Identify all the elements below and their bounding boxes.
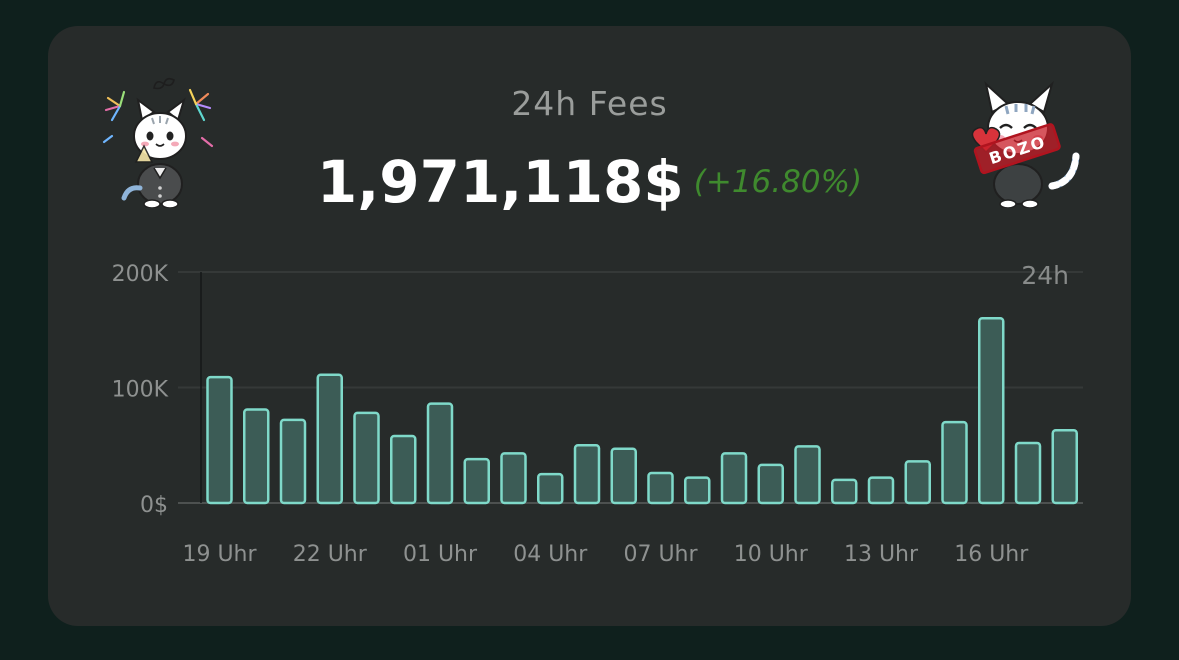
y-tick-label: 0$ [140, 493, 168, 518]
fee-bar [794, 445, 821, 505]
period-label: 24h [1021, 261, 1069, 290]
fee-bar [206, 375, 233, 505]
fee-bar [537, 472, 564, 505]
x-tick-label: 19 Uhr [182, 542, 257, 567]
fee-bar [500, 452, 527, 505]
fee-bar [904, 460, 931, 505]
fee-bar [279, 418, 307, 505]
fee-bar [1051, 428, 1078, 505]
fees-bar-chart: 0$ 100K 200K 19 Uhr 22 Uhr 01 Uhr 04 Uhr 07 Uh… [112, 261, 1083, 567]
fee-bar [684, 476, 711, 505]
x-tick-label: 01 Uhr [403, 542, 478, 567]
fee-bar [243, 408, 270, 505]
fee-bar [573, 444, 601, 505]
fee-bar [867, 476, 895, 505]
fee-bar [390, 434, 417, 505]
x-tick-label: 16 Uhr [954, 542, 1029, 567]
x-tick-label: 13 Uhr [844, 542, 919, 567]
y-tick-label: 100K [112, 378, 169, 403]
fee-bar [720, 452, 748, 505]
fee-bar [647, 471, 674, 505]
fee-bar [426, 402, 454, 505]
fee-bar [316, 373, 343, 505]
fee-bar [353, 411, 380, 505]
x-tick-label: 04 Uhr [513, 542, 588, 567]
fee-bar [941, 420, 968, 505]
fee-bar [1014, 441, 1042, 505]
x-tick-label: 10 Uhr [734, 542, 809, 567]
fee-bar [463, 457, 490, 505]
x-tick-label: 22 Uhr [293, 542, 368, 567]
y-tick-label: 200K [112, 262, 169, 287]
fee-bar [610, 447, 637, 505]
x-tick-label: 07 Uhr [623, 542, 698, 567]
fee-bar [978, 316, 1005, 505]
fee-bar [757, 463, 784, 505]
fee-bar [831, 478, 858, 505]
